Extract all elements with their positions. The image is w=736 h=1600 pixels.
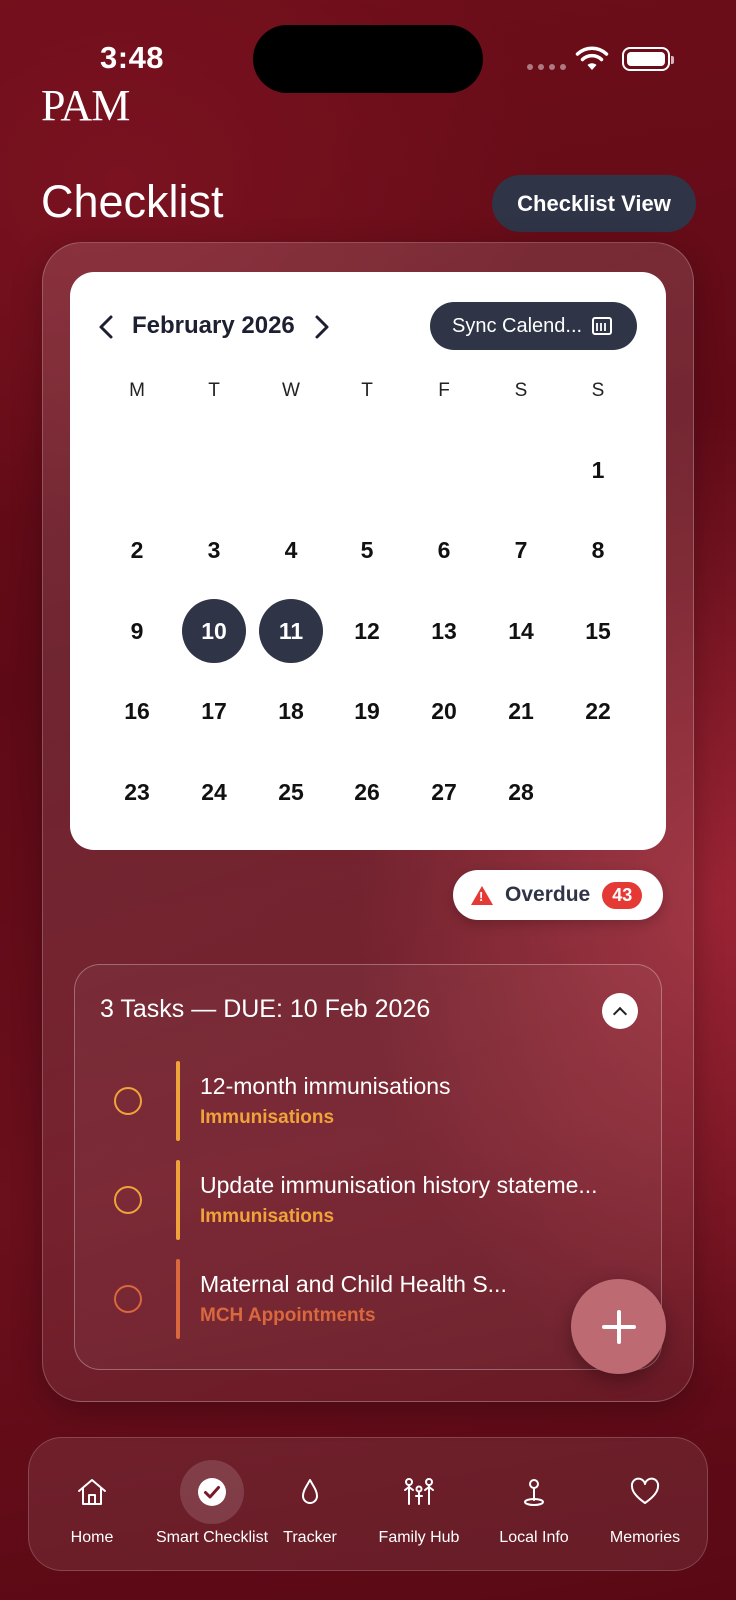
calendar-day[interactable]: 7 [489,518,553,582]
bottom-nav: Home Smart Checklist Tracker Family Hub … [28,1437,708,1571]
weekday-label: T [208,380,220,401]
location-pin-icon [524,1479,544,1506]
nav-label: Local Info [499,1529,569,1546]
calendar-day-selected[interactable]: 10 [182,599,246,663]
overdue-label: Overdue [505,883,591,906]
wifi-icon [575,46,609,70]
calendar-day[interactable]: 1 [566,438,630,502]
task-checkbox[interactable] [114,1186,142,1214]
drop-icon [302,1479,318,1504]
nav-label: Smart Checklist [155,1529,269,1546]
checklist-view-button[interactable]: Checklist View [492,175,696,232]
task-name: 12-month immunisations [200,1073,451,1099]
previous-month-button[interactable] [94,312,118,342]
tasks-due-heading: 3 Tasks — DUE: 10 Feb 2026 [100,995,431,1023]
task-category: Immunisations [200,1107,335,1128]
nav-item-local-info[interactable]: Local Info [484,1438,584,1572]
family-icon [404,1478,434,1505]
calendar-day-selected[interactable]: 11 [259,599,323,663]
sync-calendar-label: Sync Calend... [452,314,583,337]
calendar-day[interactable]: 4 [259,518,323,582]
calendar-day[interactable]: 17 [182,679,246,743]
add-task-button[interactable] [571,1279,666,1374]
nav-item-tracker[interactable]: Tracker [278,1438,342,1572]
weekday-label: W [282,380,300,401]
task-name: Update immunisation history stateme... [200,1172,598,1198]
calendar-day[interactable]: 22 [566,679,630,743]
task-name: Maternal and Child Health S... [200,1271,507,1297]
weekday-label: S [514,380,528,401]
nav-label: Family Hub [378,1529,460,1546]
check-circle-icon [198,1478,226,1506]
calendar-day[interactable]: 19 [335,679,399,743]
nav-item-memories[interactable]: Memories [595,1438,695,1572]
status-time: 3:48 [100,40,165,75]
nav-item-smart-checklist[interactable]: Smart Checklist [147,1438,277,1572]
task-category-bar [176,1259,180,1339]
calendar-day[interactable]: 9 [105,599,169,663]
task-item[interactable]: 12-month immunisations Immunisations [75,1061,663,1141]
warning-icon [471,885,493,905]
calendar-day[interactable]: 20 [412,679,476,743]
calendar-day[interactable]: 15 [566,599,630,663]
plus-icon [601,1309,636,1344]
app-logo: PAM [41,81,130,130]
calendar-day[interactable]: 13 [412,599,476,663]
calendar-day[interactable]: 5 [335,518,399,582]
home-icon [78,1479,106,1505]
battery-icon [622,47,674,71]
collapse-tasks-button[interactable] [602,993,638,1029]
chevron-right-icon [315,315,329,339]
calendar-day[interactable]: 6 [412,518,476,582]
sync-calendar-button[interactable]: Sync Calend... [430,302,637,350]
weekday-label: M [129,380,145,401]
calendar-day[interactable]: 24 [182,760,246,824]
calendar-icon [592,317,613,335]
calendar-day[interactable]: 16 [105,679,169,743]
calendar-day[interactable]: 27 [412,760,476,824]
nav-label: Tracker [283,1529,337,1546]
task-category-bar [176,1160,180,1240]
calendar-day[interactable]: 12 [335,599,399,663]
calendar-day[interactable]: 28 [489,760,553,824]
heart-icon [630,1477,660,1504]
task-checkbox[interactable] [114,1285,142,1313]
task-category: Immunisations [200,1206,335,1227]
nav-label: Home [70,1529,114,1546]
nav-label: Memories [609,1529,681,1546]
calendar-day[interactable]: 8 [566,518,630,582]
calendar-day[interactable]: 25 [259,760,323,824]
chevron-left-icon [99,315,113,339]
overdue-button[interactable]: Overdue 43 [453,870,663,920]
calendar-day[interactable]: 18 [259,679,323,743]
weekday-header: M T W T F S S [70,380,666,406]
calendar-month-label: February 2026 [132,312,295,339]
calendar-day[interactable]: 2 [105,518,169,582]
nav-item-home[interactable]: Home [60,1438,124,1572]
calendar-day[interactable]: 26 [335,760,399,824]
page-title: Checklist [41,176,224,227]
cellular-signal-icon [527,64,566,70]
chevron-up-icon [612,1006,628,1021]
calendar-day[interactable]: 14 [489,599,553,663]
task-item[interactable]: Update immunisation history stateme... I… [75,1160,663,1240]
task-checkbox[interactable] [114,1087,142,1115]
dynamic-island [253,25,483,93]
calendar-day[interactable]: 3 [182,518,246,582]
task-category: MCH Appointments [200,1305,376,1326]
calendar-day[interactable]: 23 [105,760,169,824]
weekday-label: F [438,380,450,401]
calendar-day[interactable]: 21 [489,679,553,743]
calendar-card: February 2026 Sync Calend... M T W T F S… [70,272,666,850]
weekday-label: T [361,380,373,401]
weekday-label: S [591,380,605,401]
overdue-count-badge: 43 [602,881,643,909]
nav-item-family-hub[interactable]: Family Hub [369,1438,469,1572]
task-category-bar [176,1061,180,1141]
next-month-button[interactable] [310,312,334,342]
